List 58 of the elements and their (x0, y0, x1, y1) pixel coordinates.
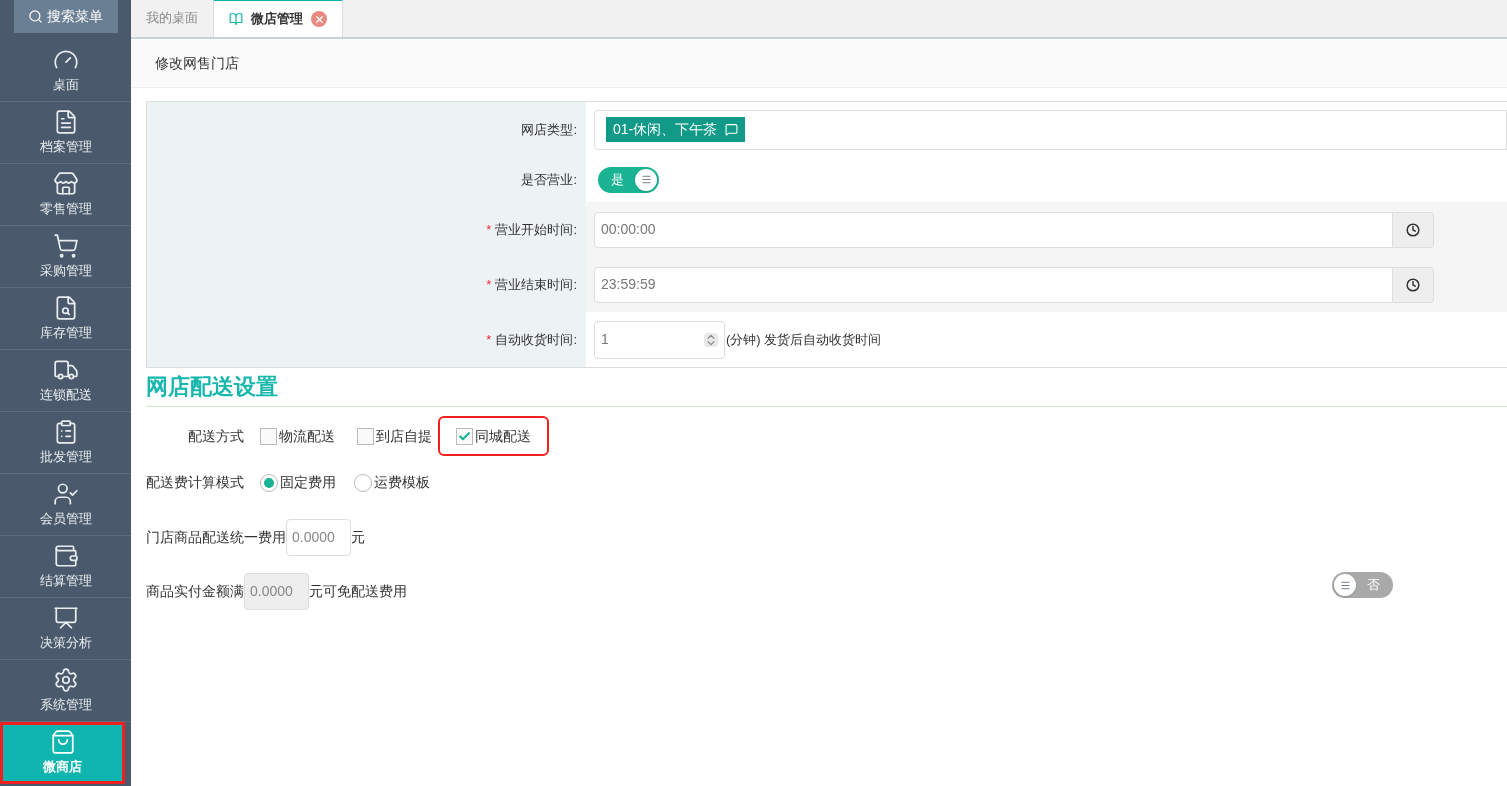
spinner-icon (704, 332, 718, 347)
check-icon (458, 429, 471, 443)
search-menu-button[interactable]: 搜索菜单 (13, 0, 118, 33)
field-label: 是否营业: (521, 170, 577, 189)
required-mark: * (486, 220, 492, 239)
field-label: 自动收货时间: (495, 330, 577, 349)
field-hint: (分钟) 发货后自动收货时间 (726, 330, 882, 349)
page-title: 修改网售门店 (155, 54, 239, 73)
sidebar-item[interactable]: 档案管理 (0, 102, 131, 164)
field-label: 门店商品配送统一费用 (146, 527, 286, 547)
sidebar-item[interactable]: 批发管理 (0, 412, 131, 474)
clock-icon (1406, 277, 1420, 292)
field-label: 网店类型: (521, 120, 577, 139)
sidebar-item[interactable]: 库存管理 (0, 288, 131, 350)
search-icon (28, 9, 43, 24)
shop-type-tag: 01-休闲、下午茶 (606, 117, 746, 142)
document-icon (229, 12, 243, 26)
menu-item-icon (52, 232, 79, 259)
delivery-checkbox[interactable]: 到店自提 (357, 425, 432, 447)
unit-label: 元 (351, 527, 365, 547)
fee-input[interactable]: 0.0000 (286, 518, 351, 556)
fee-mode-radio[interactable]: 运费模板 (354, 472, 430, 493)
sidebar-item[interactable]: 决策分析 (0, 598, 131, 660)
menu-icon (640, 174, 652, 185)
clock-button[interactable] (1393, 211, 1434, 248)
field-label: 商品实付金额满 (146, 581, 244, 601)
field-label: 配送方式 (188, 426, 244, 446)
menu-item-icon (52, 542, 79, 569)
menu-item-icon (49, 728, 76, 755)
delivery-checkbox[interactable]: 物流配送 (260, 425, 335, 447)
number-field[interactable]: 1 (594, 320, 725, 359)
required-mark: * (486, 275, 492, 294)
sidebar-item[interactable]: 零售管理 (0, 164, 131, 226)
menu-item-icon (52, 604, 79, 631)
chat-icon (725, 123, 739, 136)
clock-icon (1406, 222, 1420, 237)
sidebar-item[interactable]: 连锁配送 (0, 350, 131, 412)
field-label: 营业开始时间: (495, 220, 577, 239)
required-mark: * (486, 330, 492, 349)
sidebar-item[interactable]: 采购管理 (0, 226, 131, 288)
time-field[interactable]: 23:59:59 (594, 266, 1393, 303)
time-field[interactable]: 00:00:00 (594, 211, 1393, 248)
shop-type-field[interactable]: 01-休闲、下午茶 (594, 109, 1507, 150)
delivery-checkbox[interactable]: 同城配送 (440, 418, 547, 454)
fee-mode-radio[interactable]: 固定费用 (260, 472, 336, 493)
field-label: 元可免配送费用 (309, 581, 407, 601)
menu-item-icon (52, 170, 79, 197)
sidebar-item[interactable]: 结算管理 (0, 536, 131, 598)
field-label: 营业结束时间: (495, 275, 577, 294)
tab[interactable]: 我的桌面 (131, 0, 213, 37)
menu-icon (1339, 579, 1351, 591)
clock-button[interactable] (1393, 266, 1434, 303)
menu-item-icon (52, 666, 79, 693)
section-title: 网店配送设置 (146, 374, 278, 399)
tab[interactable]: 微店管理 (213, 0, 343, 37)
sidebar-item[interactable]: 会员管理 (0, 474, 131, 536)
menu-item-icon (52, 480, 79, 507)
field-label: 配送费计算模式 (146, 473, 244, 492)
